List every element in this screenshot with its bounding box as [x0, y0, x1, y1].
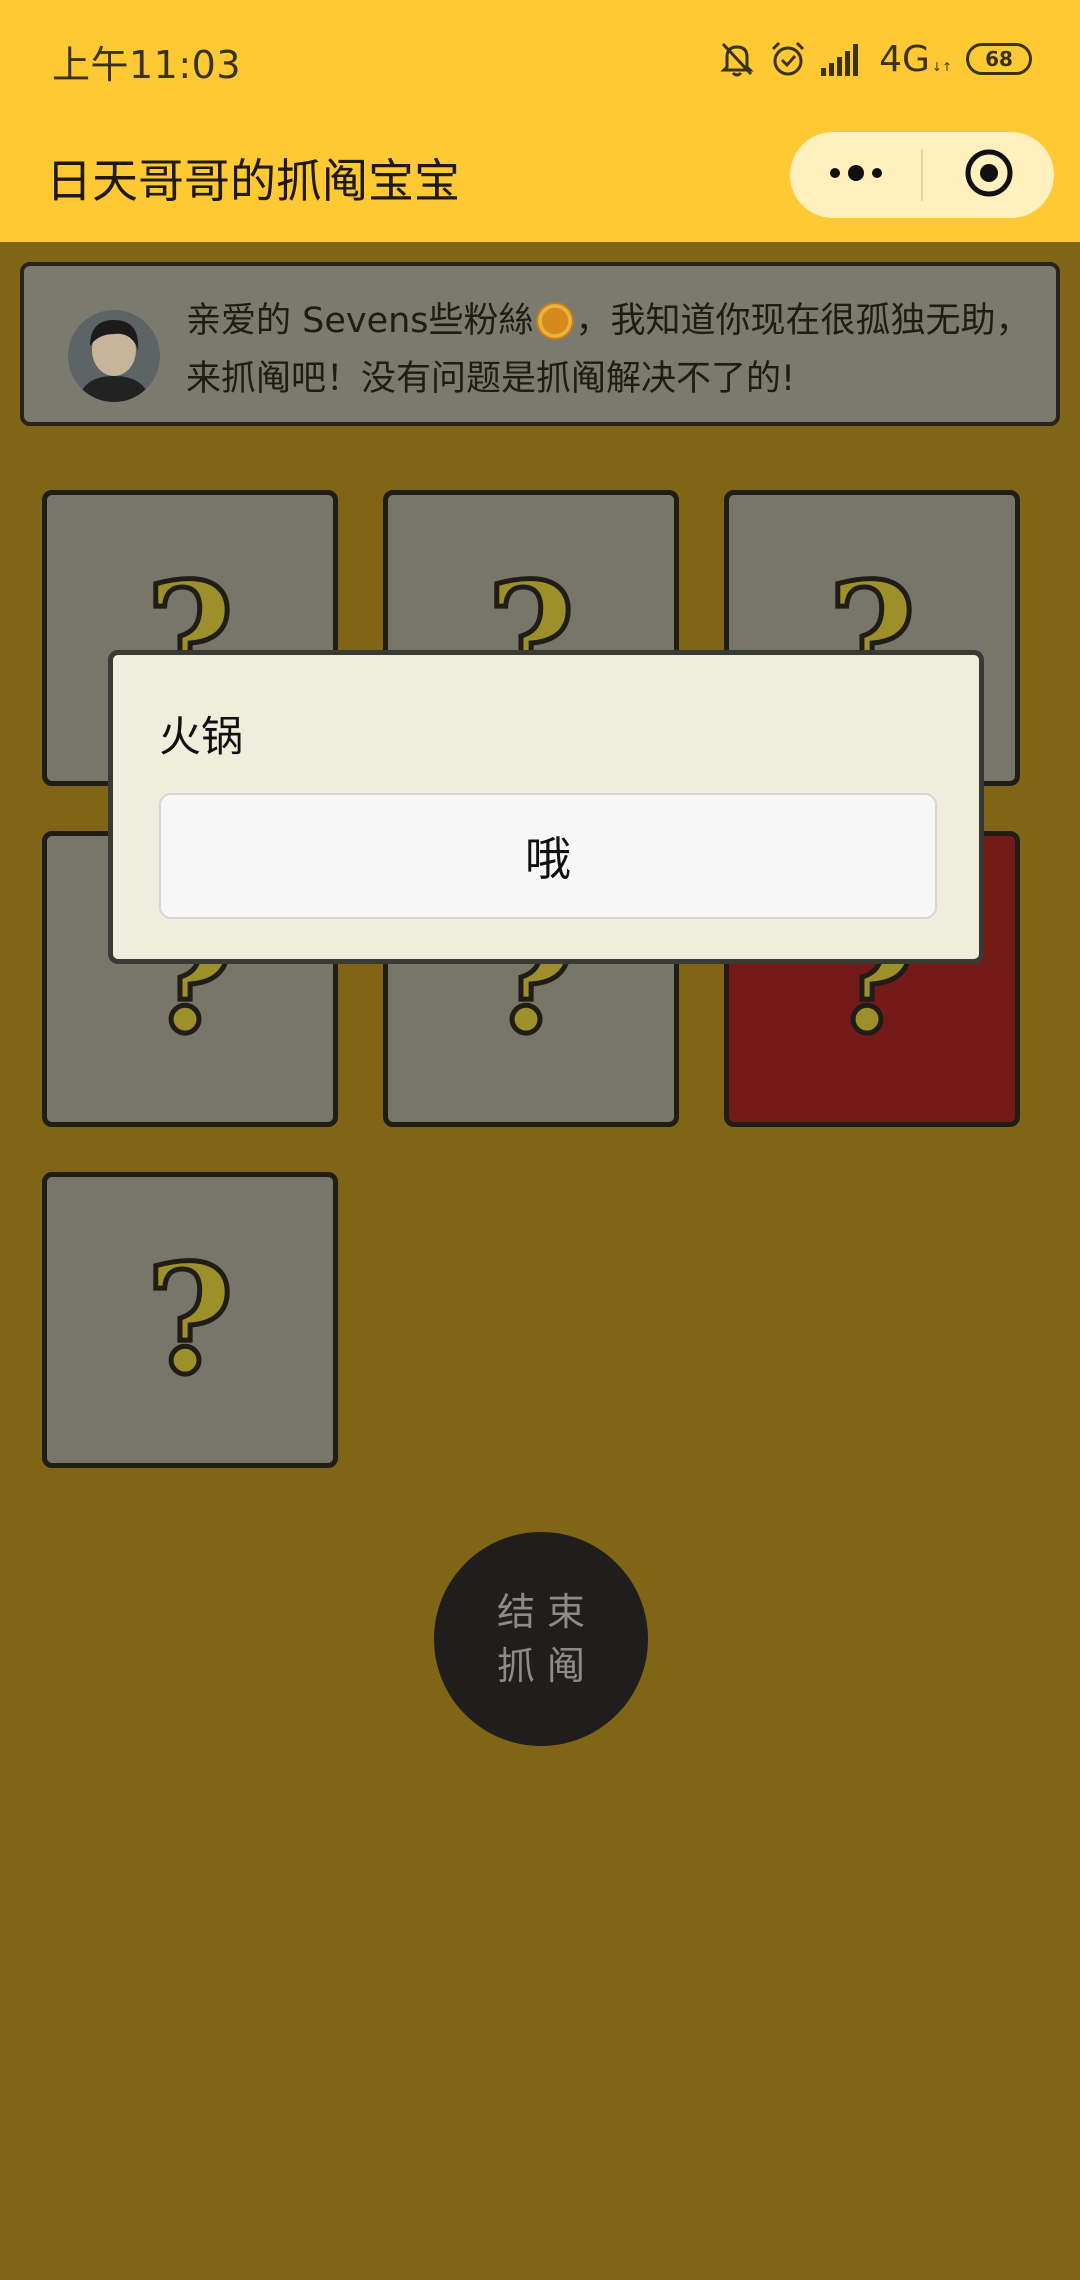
page-title: 日天哥哥的抓阄宝宝: [46, 154, 460, 208]
more-dots-icon: [828, 163, 884, 187]
status-icons: 4G ↓↑ 68: [719, 36, 1032, 82]
close-button[interactable]: [923, 132, 1054, 218]
status-time: 上午11:03: [52, 43, 242, 87]
bell-muted-icon: [719, 40, 755, 78]
announcement-banner: 亲爱的 Sevens些粉絲 ，我知道你现在很孤独无助，来抓阄吧！没有问题是抓阄解决…: [20, 262, 1060, 426]
end-draw-button[interactable]: 结束 抓阄: [434, 1532, 648, 1746]
lot-card[interactable]: ?: [42, 1172, 338, 1468]
top-bar: 上午11:03 4G ↓↑ 68 日天哥哥的抓阄宝宝: [0, 0, 1080, 242]
confirm-button[interactable]: 哦: [159, 793, 937, 919]
alarm-icon: [769, 40, 807, 78]
more-button[interactable]: [790, 132, 921, 218]
mini-program-capsule: [790, 132, 1054, 218]
banner-text: 亲爱的 Sevens些粉絲 ，我知道你现在很孤独无助，来抓阄吧！没有问题是抓阄解决…: [186, 301, 1031, 399]
result-modal: 火锅 哦: [108, 650, 984, 964]
signal-icon: [821, 42, 865, 76]
question-mark-icon: ?: [144, 1232, 237, 1408]
result-text: 火锅: [159, 712, 244, 761]
avatar: [68, 310, 160, 402]
sun-emoji-icon: [535, 302, 574, 340]
network-indicator: 4G ↓↑: [879, 38, 952, 80]
target-close-icon: [963, 147, 1015, 203]
battery-indicator: 68: [966, 43, 1032, 75]
